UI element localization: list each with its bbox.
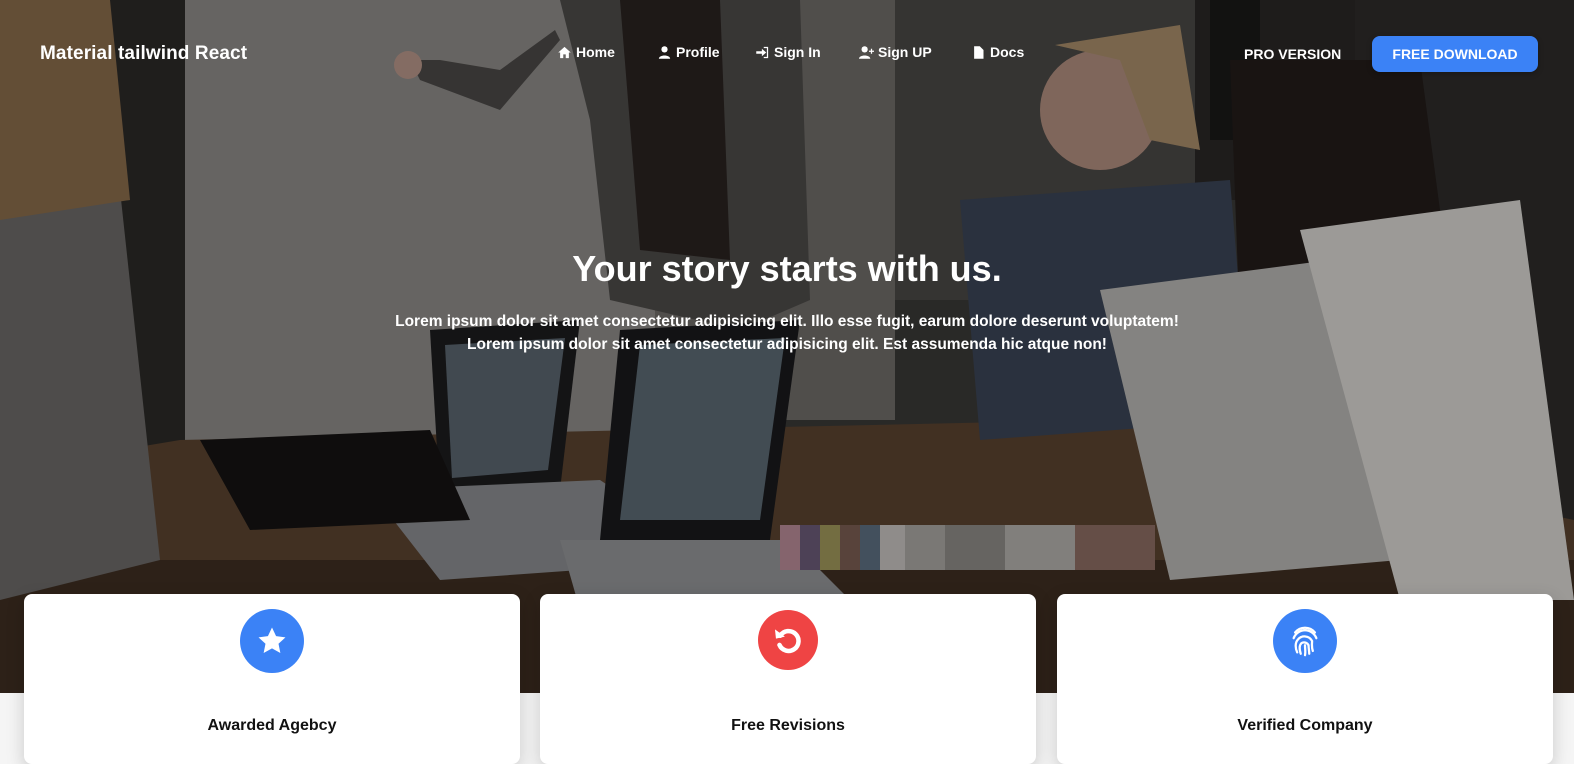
nav-item-label: Docs (990, 44, 1025, 60)
hero-subtitle: Lorem ipsum dolor sit amet consectetur a… (0, 310, 1574, 356)
feature-card-revisions: Free Revisions (540, 594, 1036, 764)
brand-logo-text[interactable]: Material tailwind React (40, 43, 247, 65)
hero-title: Your story starts with us. (572, 248, 1002, 289)
feature-icon-badge (240, 609, 304, 673)
user-icon (658, 45, 671, 59)
feature-icon-badge (1273, 609, 1337, 673)
nav-item-label: Profile (676, 44, 720, 60)
nav-item-label: Home (576, 44, 615, 60)
nav-item-sign-up[interactable]: Sign UP (859, 44, 932, 60)
nav-item-docs[interactable]: Docs (971, 44, 1024, 60)
feature-title: Verified Company (1237, 717, 1373, 734)
user-plus-icon (859, 45, 874, 59)
rotate-icon (774, 628, 801, 654)
file-icon (974, 45, 984, 59)
star-icon (258, 627, 286, 654)
nav-item-home[interactable]: Home (557, 44, 615, 60)
hero-subtitle-line: Lorem ipsum dolor sit amet consectetur a… (395, 313, 1179, 330)
feature-title: Free Revisions (731, 717, 845, 734)
hero-subtitle-line: Lorem ipsum dolor sit amet consectetur a… (467, 336, 1107, 353)
home-icon (558, 46, 571, 58)
feature-card-awarded: Awarded Agebcy (24, 594, 520, 764)
nav-item-profile[interactable]: Profile (657, 44, 720, 60)
sign-in-icon (756, 46, 769, 58)
feature-card-verified: Verified Company (1057, 594, 1553, 764)
free-download-button[interactable]: FREE DOWNLOAD (1372, 36, 1538, 72)
pro-version-link[interactable]: PRO VERSION (1244, 46, 1341, 62)
feature-title: Awarded Agebcy (207, 717, 337, 734)
feature-icon-badge (758, 610, 818, 670)
fingerprint-icon (1292, 626, 1318, 657)
nav-item-sign-in[interactable]: Sign In (755, 44, 821, 60)
nav-item-label: Sign In (774, 44, 821, 60)
nav-item-label: Sign UP (878, 44, 932, 60)
